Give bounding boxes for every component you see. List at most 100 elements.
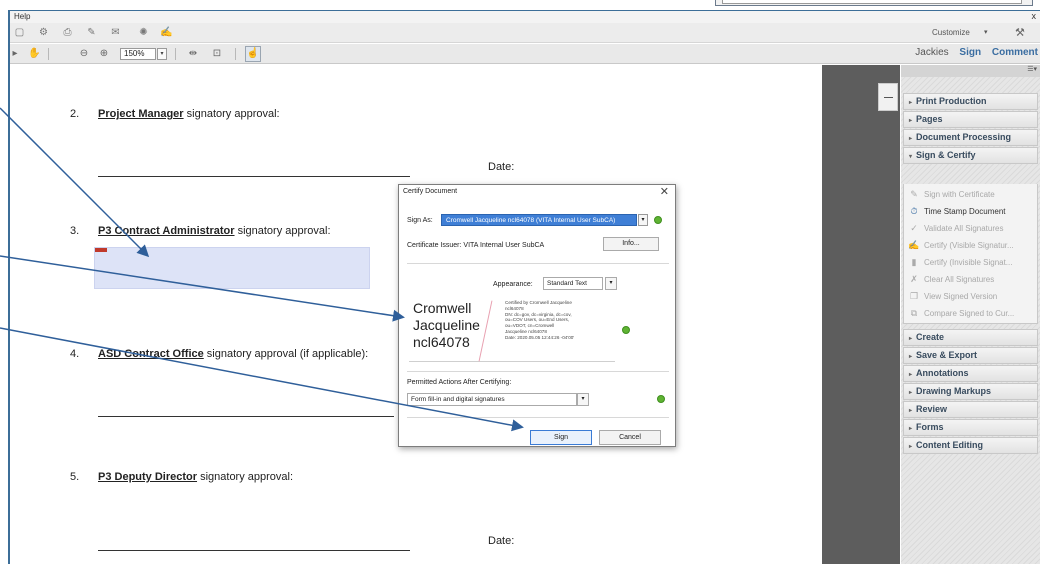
email-icon[interactable]: ✉	[110, 27, 121, 38]
tool-label: Certify (Visible Signatur...	[924, 241, 1014, 250]
tool-label: Time Stamp Document	[924, 207, 1006, 216]
sign-button[interactable]: Sign	[530, 430, 592, 445]
pane-options-icon[interactable]: ☰▾	[901, 65, 1040, 77]
top-strip-field	[722, 0, 1022, 4]
item-title: ASD Contract Office	[98, 348, 204, 360]
item-rest: signatory approval:	[234, 225, 331, 237]
cancel-button[interactable]: Cancel	[599, 430, 661, 445]
edit-icon[interactable]: ✎	[86, 27, 97, 38]
certificate-issuer: Certificate Issuer: VITA Internal User S…	[407, 242, 545, 249]
main-toolbar: ▢ ⚙ ⎙ ✎ ✉ ✺ ✍ Customize ▾ ⚒	[10, 23, 1040, 43]
acrobat-window: Help x ▢ ⚙ ⎙ ✎ ✉ ✺ ✍ Customize ▾ ⚒ ▸ ✋ ⊖…	[8, 10, 1040, 564]
customize-button[interactable]: Customize	[932, 28, 970, 37]
tool-view-signed-version[interactable]: ❐ View Signed Version	[908, 291, 1036, 302]
create-icon[interactable]: ▢	[14, 27, 25, 38]
item-text: Project Manager signatory approval:	[98, 108, 280, 120]
panel-drawing-markups[interactable]: ▸ Drawing Markups	[903, 383, 1038, 400]
preview-name-line: Jacqueline	[413, 317, 480, 333]
panel-content-editing[interactable]: ▸ Content Editing	[903, 437, 1038, 454]
menu-help[interactable]: Help	[14, 12, 30, 21]
appearance-dropdown-icon[interactable]: ▾	[605, 277, 617, 290]
toolbar-divider	[235, 48, 236, 60]
toolbar-divider	[48, 48, 49, 60]
select-cursor-icon[interactable]: ▸	[10, 48, 20, 60]
zoom-in-icon[interactable]: ⊕	[98, 48, 110, 60]
zoom-level-input[interactable]: 150%	[120, 48, 156, 60]
preview-signer-name: Cromwell Jacqueline ncl64078	[413, 300, 480, 351]
top-strip	[715, 0, 1033, 6]
panel-label: Print Production	[916, 96, 987, 106]
panel-document-processing[interactable]: ▸ Document Processing	[903, 129, 1038, 146]
tool-certify-invisible[interactable]: ▮ Certify (Invisible Signat...	[908, 257, 1036, 268]
appearance-select[interactable]: Standard Text	[543, 277, 603, 290]
sign-pen-icon[interactable]: ✍	[160, 27, 172, 38]
tool-label: Certify (Invisible Signat...	[924, 258, 1013, 267]
customize-dropdown-icon[interactable]: ▾	[984, 28, 988, 36]
tools-icon[interactable]: ⚒	[1015, 26, 1029, 40]
sign-as-select[interactable]: Cromwell Jacqueline ncl64078 (VITA Inter…	[441, 214, 637, 226]
panel-annotations[interactable]: ▸ Annotations	[903, 365, 1038, 382]
panel-print-production[interactable]: ▸ Print Production	[903, 93, 1038, 110]
item-number: 4.	[70, 348, 80, 360]
app-window: Help x ▢ ⚙ ⎙ ✎ ✉ ✺ ✍ Customize ▾ ⚒ ▸ ✋ ⊖…	[0, 0, 1040, 564]
panel-label: Pages	[916, 114, 943, 124]
permitted-actions-select[interactable]: Form fill-in and digital signatures	[407, 393, 577, 406]
window-close-icon[interactable]: x	[1032, 11, 1037, 21]
info-button[interactable]: Info...	[603, 237, 659, 251]
collapse-pane-button[interactable]	[878, 83, 898, 111]
sign-as-dropdown-icon[interactable]: ▾	[638, 214, 648, 226]
signature-field[interactable]	[94, 247, 370, 289]
tool-clear-all-signatures[interactable]: ✗ Clear All Signatures	[908, 274, 1036, 285]
preview-details: Certified by Cromwell Jacqueline ncl6407…	[505, 300, 575, 340]
tool-label: Validate All Signatures	[924, 224, 1004, 233]
expand-arrow-icon: ▸	[909, 100, 913, 106]
zoom-dropdown-icon[interactable]: ▾	[157, 48, 167, 60]
panel-save-export[interactable]: ▸ Save & Export	[903, 347, 1038, 364]
tool-certify-visible[interactable]: ✍ Certify (Visible Signatur...	[908, 240, 1036, 251]
panel-create[interactable]: ▸ Create	[903, 329, 1038, 346]
hand-tool-icon[interactable]: ✋	[28, 48, 40, 60]
item-title: P3 Contract Administrator	[98, 225, 235, 237]
expand-arrow-icon: ▸	[909, 354, 913, 360]
toolbar-divider	[175, 48, 176, 60]
zoom-out-icon[interactable]: ⊖	[78, 48, 90, 60]
fit-width-icon[interactable]: ⇹	[186, 48, 200, 60]
tab-comment[interactable]: Comment	[992, 47, 1038, 58]
tab-user[interactable]: Jackies	[915, 47, 948, 58]
menu-bar: Help x	[10, 11, 1040, 23]
settings-icon[interactable]: ✺	[138, 27, 149, 38]
item-rest: signatory approval:	[183, 108, 280, 120]
tab-sign[interactable]: Sign	[959, 47, 981, 58]
status-ok-icon	[657, 395, 665, 403]
dialog-close-icon[interactable]: ✕	[660, 185, 669, 198]
item-number: 2.	[70, 108, 80, 120]
preview-name-line: Cromwell	[413, 300, 472, 316]
signature-preview: Cromwell Jacqueline ncl64078 Certified b…	[409, 296, 615, 362]
panel-review[interactable]: ▸ Review	[903, 401, 1038, 418]
item-title: Project Manager	[98, 108, 184, 120]
read-mode-icon[interactable]: ☝	[245, 46, 261, 62]
permitted-actions-dropdown-icon[interactable]: ▾	[577, 393, 589, 406]
item-text: P3 Contract Administrator signatory appr…	[98, 225, 331, 237]
clear-icon: ✗	[910, 274, 918, 284]
tool-label: Clear All Signatures	[924, 275, 995, 284]
panel-label: Drawing Markups	[916, 386, 992, 396]
dialog-divider	[407, 263, 669, 264]
panel-sign-certify[interactable]: ▾ Sign & Certify	[903, 147, 1038, 164]
panel-forms[interactable]: ▸ Forms	[903, 419, 1038, 436]
tool-compare-signed[interactable]: ⧉ Compare Signed to Cur...	[908, 308, 1036, 319]
open-icon[interactable]: ⚙	[38, 27, 49, 38]
signature-line	[98, 550, 410, 551]
tool-sign-with-certificate[interactable]: ✎ Sign with Certificate	[908, 189, 1036, 200]
fit-page-icon[interactable]: ⊡	[210, 48, 224, 60]
panel-pages[interactable]: ▸ Pages	[903, 111, 1038, 128]
print-icon[interactable]: ⎙	[62, 27, 73, 38]
expand-arrow-icon: ▸	[909, 336, 913, 342]
tool-validate-all-signatures[interactable]: ✓ Validate All Signatures	[908, 223, 1036, 234]
item-title: P3 Deputy Director	[98, 471, 198, 483]
preview-name-line: ncl64078	[413, 334, 470, 350]
compare-icon: ⧉	[910, 308, 918, 318]
expand-arrow-icon: ▸	[909, 372, 913, 378]
status-ok-icon	[622, 326, 630, 334]
tool-time-stamp-document[interactable]: ⏱ Time Stamp Document	[908, 206, 1036, 217]
